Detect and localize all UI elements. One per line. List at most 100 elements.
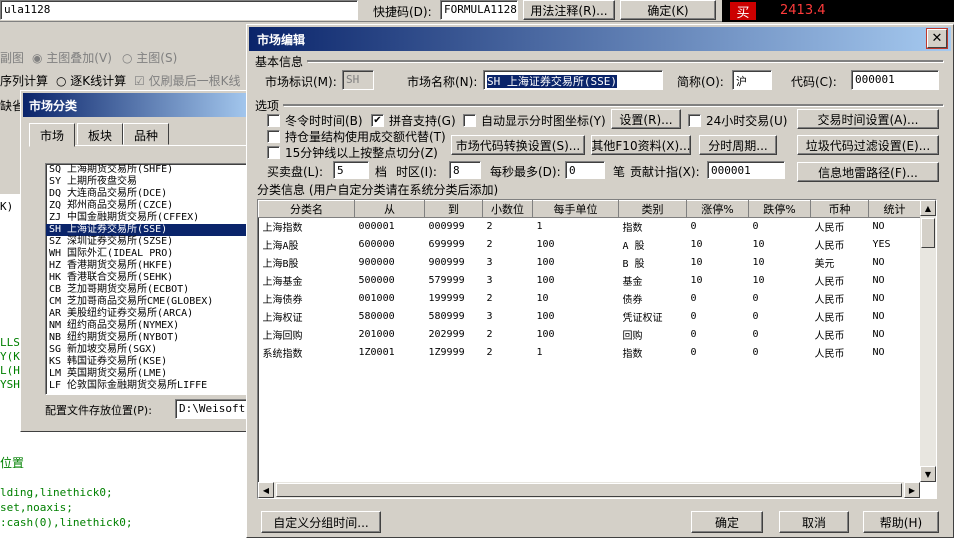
list-item[interactable]: SG 新加坡交易所(SGX) [46,344,249,356]
scroll-down-icon[interactable]: ▼ [920,466,936,482]
list-item[interactable]: WH 国际外汇(IDEAL PRO) [46,248,249,260]
basic-info-divider [307,60,943,62]
scroll-up-icon[interactable]: ▲ [920,200,936,216]
table-row[interactable]: 上海基金 500000 579999 3 100 基金 10 10 人民币 NO [259,272,921,290]
abbr-label: 简称(O): [677,75,724,89]
radio-kline-calc[interactable]: ○ 逐K线计算 [56,72,126,89]
trade-time-button[interactable]: 交易时间设置(A)... [797,109,939,129]
table-row[interactable]: 系统指数 1Z0001 1Z9999 2 1 指数 0 0 人民币 NO [259,344,921,362]
close-icon[interactable]: ✕ [926,28,948,49]
config-path-field[interactable]: D:\Weisoft S [175,399,255,419]
market-list[interactable]: SQ 上海期货交易所(SHFE) SY 上期所夜盘交易 DQ 大连商品交易所(DCE… [45,163,250,395]
min15-checkbox[interactable]: 15分钟线以上按整点切分(Z) [267,144,438,161]
list-item[interactable]: LF 伦敦国际金融期货交易所LIFFE [46,380,249,392]
tab-market[interactable]: 市场 [29,123,76,147]
list-item[interactable]: LM 英国期货交易所(LME) [46,368,249,380]
horizontal-scrollbar[interactable]: ◀ ▶ [258,482,920,498]
position-struct-checkbox[interactable]: 持仓量结构使用成交额代替(T) [267,128,446,145]
list-item[interactable]: NM 纽约商品交易所(NYMEX) [46,320,249,332]
pinyin-checkbox[interactable]: ✔ 拼音支持(G) [371,112,456,129]
auto-show-checkbox[interactable]: 自动显示分时图坐标(Y) [463,112,606,129]
column-header[interactable]: 涨停% [686,200,749,218]
table-row[interactable]: 上海债券 001000 199999 2 10 债券 0 0 人民币 NO [259,290,921,308]
h24-checkbox[interactable]: 24小时交易(U) [688,112,787,129]
column-header[interactable]: 类别 [618,200,687,218]
fragment-position: 位置 [0,456,25,470]
radio-main-chart[interactable]: ○ 主图(S) [122,49,177,66]
dang-label: 档 [375,165,388,179]
ok-button[interactable]: 确定 [691,511,763,533]
market-id-field[interactable]: SH [342,70,374,90]
scroll-right-icon[interactable]: ▶ [904,482,920,498]
table-row[interactable]: 上海指数 000001 000999 2 1 指数 0 0 人民币 NO [259,218,921,236]
table-cell: 199999 [428,293,465,304]
list-item[interactable]: KS 韩国证券交易所(KSE) [46,356,249,368]
list-item[interactable]: SZ 深圳证券交易所(SZSE) [46,236,249,248]
table-row[interactable]: 上海B股 900000 900999 3 100 B 股 10 10 美元 NO [259,254,921,272]
f10-button[interactable]: 其他F10资料(X)... [591,135,691,155]
list-item[interactable]: ZJ 中国金融期货交易所(CFFEX) [46,212,249,224]
list-item[interactable]: DQ 大连商品交易所(DCE) [46,188,249,200]
list-item[interactable]: HK 香港联合交易所(SEHK) [46,272,249,284]
column-header[interactable]: 分类名 [258,200,355,218]
code-convert-button[interactable]: 市场代码转换设置(S)... [451,135,585,155]
abbr-field[interactable]: 沪 [732,70,772,90]
list-item[interactable]: CM 芝加哥商品交易所CME(GLOBEX) [46,296,249,308]
contrib-field[interactable]: 000001 [707,161,785,179]
winter-time-checkbox[interactable]: 冬令时时间(B) [267,112,363,129]
fragment-lh: L(H [0,364,20,377]
table-row[interactable]: 上海A股 600000 699999 2 100 A 股 10 10 人民币 YES [259,236,921,254]
min15-box [267,146,280,159]
table-cell: 10 [752,257,765,268]
column-header[interactable]: 统计 [868,200,921,218]
list-item[interactable]: SQ 上海期货交易所(SHFE) [46,164,249,176]
category-table[interactable]: 分类名从到小数位 每手单位 类别 涨停% 跌停% 币种 统计 上海指数 000001 00099… [257,199,937,499]
timezone-field[interactable]: 8 [449,161,481,179]
list-item[interactable]: NB 纽约期货交易所(NYBOT) [46,332,249,344]
table-cell: 回购 [622,331,643,342]
column-header[interactable]: 到 [424,200,483,218]
auto-show-box [463,114,476,127]
code-field[interactable]: 000001 [851,70,939,90]
help-button[interactable]: 帮助(H) [863,511,939,533]
table-cell: 1 [536,347,543,358]
list-item[interactable]: ZQ 郑州商品交易所(CZCE) [46,200,249,212]
radio-sub-chart[interactable]: 副图 [0,49,24,66]
column-header[interactable]: 从 [354,200,425,218]
formula-name-field[interactable]: ula1128 [0,0,358,20]
column-header[interactable]: 币种 [810,200,869,218]
scroll-left-icon[interactable]: ◀ [258,482,274,498]
table-cell: 指数 [622,223,643,235]
list-item[interactable]: HZ 香港期货交易所(HKFE) [46,260,249,272]
tab-sector[interactable]: 板块 [77,123,124,145]
vertical-scrollbar[interactable]: ▲ ▼ [920,200,936,482]
list-item[interactable]: AR 美股纽约证券交易所(ARCA) [46,308,249,320]
table-row[interactable]: 上海回购 201000 202999 2 100 回购 0 0 人民币 NO [259,326,921,344]
background-ok-button[interactable]: 确定(K) [620,0,716,20]
checkbox-last-kline[interactable]: ☑ 仅刷最后一根K线 [134,72,240,89]
list-item[interactable]: SY 上期所夜盘交易 [46,176,249,188]
cancel-button[interactable]: 取消 [779,511,849,533]
bidask-field[interactable]: 5 [333,161,369,179]
list-item[interactable]: SH 上海证券交易所(SSE) [46,224,249,236]
column-header[interactable]: 小数位 [482,200,533,218]
horizontal-scroll-thumb[interactable] [276,483,902,497]
column-header[interactable]: 跌停% [748,200,811,218]
custom-time-button[interactable]: 自定义分组时间... [261,511,381,533]
tick-period-button[interactable]: 分时周期... [699,135,777,155]
table-cell: 人民币 [814,241,845,252]
junk-filter-button[interactable]: 垃圾代码过滤设置(E)... [797,135,939,155]
market-name-field[interactable]: SH 上海证券交易所(SSE) [483,70,663,90]
per-sec-field[interactable]: 0 [565,161,605,179]
settings-button[interactable]: 设置(R)... [611,109,681,129]
mine-path-button[interactable]: 信息地雷路径(F)... [797,162,939,182]
shortcut-field[interactable]: FORMULA1128 [440,0,518,20]
column-header[interactable]: 每手单位 [532,200,619,218]
tab-variety[interactable]: 品种 [123,123,170,145]
radio-overlay[interactable]: ◉ 主图叠加(V) [32,49,112,66]
list-item[interactable]: CB 芝加哥期货交易所(ECBOT) [46,284,249,296]
table-row[interactable]: 上海权证 580000 580999 3 100 凭证权证 0 0 人民币 NO [259,308,921,326]
vertical-scroll-thumb[interactable] [921,218,935,248]
usage-notes-button[interactable]: 用法注释(R)... [523,0,615,20]
radio-series-calc[interactable]: 序列计算 [0,72,48,89]
